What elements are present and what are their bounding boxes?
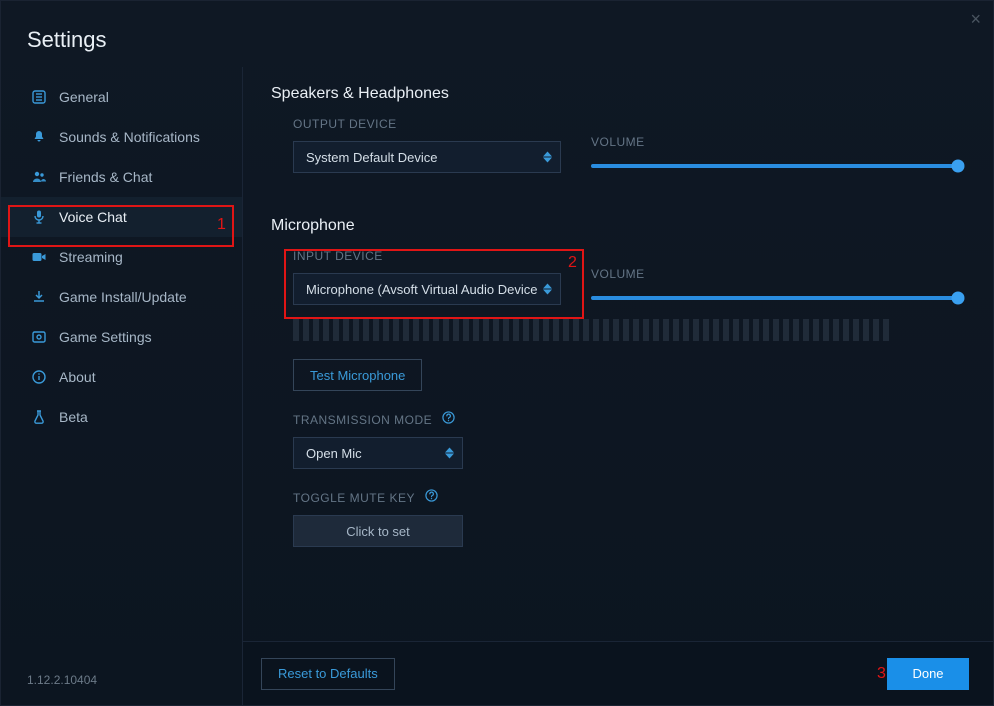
sidebar-item-label: Sounds & Notifications	[59, 129, 200, 145]
action-bar: Reset to Defaults Done	[243, 641, 993, 705]
sidebar-item-label: Voice Chat	[59, 209, 127, 225]
sidebar-item-friends[interactable]: Friends & Chat	[1, 157, 242, 197]
sidebar-item-label: Friends & Chat	[59, 169, 152, 185]
microphone-section-title: Microphone	[271, 217, 965, 235]
sidebar-item-label: Game Settings	[59, 329, 152, 345]
help-icon[interactable]	[425, 489, 438, 502]
main-panel: Speakers & Headphones OUTPUT DEVICE Syst…	[243, 67, 993, 705]
select-arrows-icon	[543, 152, 552, 163]
sidebar-item-beta[interactable]: Beta	[1, 397, 242, 437]
select-arrows-icon	[543, 284, 552, 295]
sidebar-item-general[interactable]: General	[1, 77, 242, 117]
sidebar-item-label: Streaming	[59, 249, 123, 265]
settings-window: × Settings General Sounds & Notification…	[0, 0, 994, 706]
page-title: Settings	[27, 27, 967, 53]
mic-level-meter	[293, 319, 965, 341]
info-icon	[31, 369, 47, 385]
input-device-value: Microphone (Avsoft Virtual Audio Device	[306, 282, 537, 297]
mic-icon	[31, 209, 47, 225]
toggle-mute-key-button[interactable]: Click to set	[293, 515, 463, 547]
sidebar-item-about[interactable]: About	[1, 357, 242, 397]
sidebar-item-label: Game Install/Update	[59, 289, 187, 305]
sidebar-item-label: Beta	[59, 409, 88, 425]
output-device-select[interactable]: System Default Device	[293, 141, 561, 173]
sidebar-item-sounds[interactable]: Sounds & Notifications	[1, 117, 242, 157]
speakers-section-title: Speakers & Headphones	[271, 85, 965, 103]
select-arrows-icon	[445, 448, 454, 459]
mic-volume-label: VOLUME	[591, 267, 965, 281]
gear-icon	[31, 329, 47, 345]
transmission-mode-value: Open Mic	[306, 446, 362, 461]
sidebar-item-game-settings[interactable]: Game Settings	[1, 317, 242, 357]
mic-volume-slider[interactable]	[591, 291, 965, 305]
camera-icon	[31, 249, 47, 265]
friends-icon	[31, 169, 47, 185]
sidebar-item-streaming[interactable]: Streaming	[1, 237, 242, 277]
output-device-value: System Default Device	[306, 150, 438, 165]
sidebar: General Sounds & Notifications Friends &…	[1, 67, 243, 705]
transmission-mode-select[interactable]: Open Mic	[293, 437, 463, 469]
flask-icon	[31, 409, 47, 425]
output-device-label: OUTPUT DEVICE	[293, 117, 561, 131]
speaker-volume-slider[interactable]	[591, 159, 965, 173]
sidebar-item-label: General	[59, 89, 109, 105]
toggle-mute-key-label: TOGGLE MUTE KEY	[293, 489, 965, 505]
sidebar-item-label: About	[59, 369, 96, 385]
reset-defaults-button[interactable]: Reset to Defaults	[261, 658, 395, 690]
header: Settings	[1, 1, 993, 67]
close-icon[interactable]: ×	[970, 9, 981, 30]
transmission-mode-label: TRANSMISSION MODE	[293, 411, 965, 427]
input-device-label: INPUT DEVICE	[293, 249, 561, 263]
done-button[interactable]: Done	[887, 658, 969, 690]
sidebar-item-install-update[interactable]: Game Install/Update	[1, 277, 242, 317]
settings-icon	[31, 89, 47, 105]
speaker-volume-label: VOLUME	[591, 135, 965, 149]
version-text: 1.12.2.10404	[1, 673, 242, 705]
test-microphone-button[interactable]: Test Microphone	[293, 359, 422, 391]
bell-icon	[31, 129, 47, 145]
input-device-select[interactable]: Microphone (Avsoft Virtual Audio Device	[293, 273, 561, 305]
sidebar-item-voice-chat[interactable]: Voice Chat	[1, 197, 242, 237]
help-icon[interactable]	[442, 411, 455, 424]
download-icon	[31, 289, 47, 305]
